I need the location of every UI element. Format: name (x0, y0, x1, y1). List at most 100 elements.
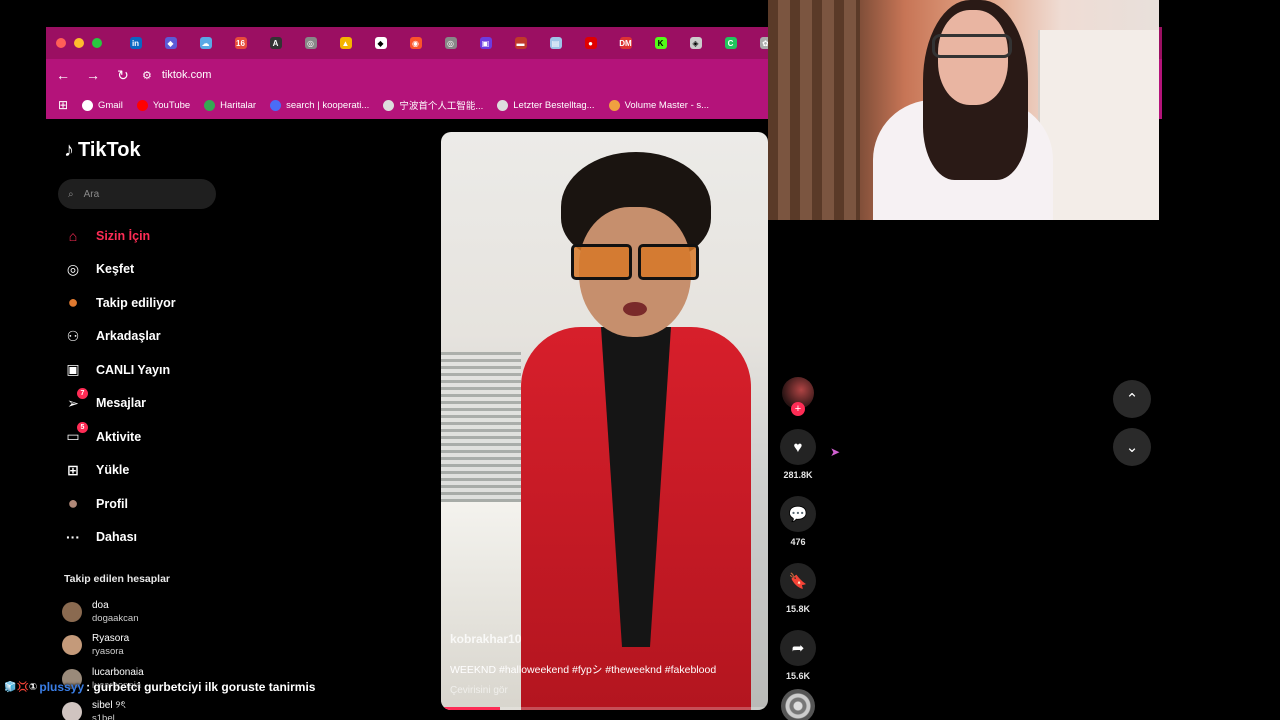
next-video-button[interactable]: ⌄ (1113, 428, 1151, 466)
nav-glyph: ⌂ (68, 227, 78, 244)
reload-icon[interactable]: ↻ (110, 62, 136, 88)
site-settings-icon[interactable]: ⚙ (142, 69, 152, 82)
sidebar-item[interactable]: ● Profil (62, 487, 242, 521)
browser-tab[interactable]: ◆ (363, 27, 398, 59)
video-player[interactable]: kobrakhar10 WEEKND #halloweekend #fypシ #… (441, 132, 768, 710)
nav-glyph: ⚇ (66, 327, 80, 344)
google-icon (82, 99, 93, 111)
follow-plus-icon[interactable]: + (791, 402, 805, 416)
chat-username: plussyy (39, 680, 85, 694)
maximize-window-button[interactable] (92, 38, 102, 48)
sidebar-item[interactable]: ⊞ Yükle (62, 454, 242, 488)
nav-glyph: ▣ (66, 361, 80, 378)
browser-tab[interactable]: C (713, 27, 748, 59)
browser-tab[interactable]: DM (608, 27, 643, 59)
sidebar-item-label: Takip ediliyor (96, 295, 176, 310)
video-progress-bar[interactable] (441, 707, 768, 710)
sidebar-item[interactable]: ▭ 5 Aktivite (62, 420, 242, 454)
browser-tab[interactable]: ◎ (293, 27, 328, 59)
browser-tab[interactable]: ▲ (328, 27, 363, 59)
following-account[interactable]: doa dogaakcan (62, 595, 232, 629)
search-input[interactable]: ⌕ Ara (58, 179, 216, 209)
nav-glyph: ··· (66, 529, 80, 546)
drive-tab-icon: ▲ (339, 37, 352, 49)
heart-icon[interactable]: ♥ (780, 429, 816, 465)
sidebar-item[interactable]: ⌂ Sizin İçin (62, 219, 242, 253)
bookmark-icon[interactable]: 🔖 (780, 563, 816, 599)
sidebar-item[interactable]: ➢ 7 Mesajlar (62, 387, 242, 421)
bookmark-item[interactable]: Letzter Bestelltag... (497, 99, 595, 111)
minimize-window-button[interactable] (74, 38, 84, 48)
browser-tab[interactable]: K (643, 27, 678, 59)
sidebar-item[interactable]: ··· Dahası (62, 521, 242, 555)
app-tab-icon: C (724, 37, 737, 49)
save-action[interactable]: 🔖 15.8K (780, 563, 816, 614)
close-window-button[interactable] (56, 38, 66, 48)
bookmark-item[interactable]: search | kooperati... (270, 99, 369, 111)
mouth (623, 302, 647, 316)
account-names: doa dogaakcan (92, 599, 138, 625)
streamer-glasses (932, 34, 1012, 58)
bookmark-item[interactable]: Gmail (82, 99, 123, 111)
nav-glyph: ➢ (67, 394, 79, 411)
avatar (62, 635, 82, 656)
browser-tab[interactable]: ▣ (468, 27, 503, 59)
url-text[interactable]: tiktok.com (162, 69, 212, 81)
globe-icon (497, 99, 509, 111)
chevron-up-icon: ⌃ (1125, 391, 1139, 408)
browser-tab[interactable]: ◎ (433, 27, 468, 59)
browser-tab[interactable]: in (118, 27, 153, 59)
account-name: Ryasora (92, 633, 130, 645)
bookmark-label: Haritalar (220, 99, 257, 111)
share-action[interactable]: ➦ 15.6K (780, 630, 816, 681)
sidebar-item[interactable]: ▣ CANLI Yayın (62, 353, 242, 387)
tiktok-logo[interactable]: ♪ TikTok (64, 139, 141, 162)
creator-avatar[interactable]: + (782, 377, 814, 416)
app-tab-icon: ◈ (689, 37, 702, 49)
following-title: Takip edilen hesaplar (64, 573, 171, 585)
browser-tab[interactable]: ◆ (153, 27, 188, 59)
cloud-tab-icon: ☁ (199, 37, 212, 49)
share-arrow-icon[interactable]: ➦ (780, 630, 816, 666)
browser-tab[interactable]: ◈ (678, 27, 713, 59)
search-placeholder: Ara (83, 188, 100, 200)
compass-icon: ◎ (62, 258, 84, 280)
action-column: + ♥ 281.8K 💬 476 🔖 15.8K ➦ 15.6K (780, 377, 816, 720)
sidebar-item[interactable]: ● Takip ediliyor (62, 286, 242, 320)
browser-tab[interactable]: ● (573, 27, 608, 59)
flag-tab-icon: ▬ (514, 37, 527, 49)
sidebar-item[interactable]: ◎ Keşfet (62, 253, 242, 287)
upload-plus-icon: ⊞ (62, 459, 84, 481)
bookmark-label: Letzter Bestelltag... (513, 99, 595, 111)
sidebar-item-label: Sizin İçin (96, 228, 151, 243)
apps-grid-icon[interactable]: ⊞ (50, 92, 76, 118)
bookmark-item[interactable]: Haritalar (204, 99, 257, 111)
browser-tab[interactable]: ☁ (188, 27, 223, 59)
back-arrow-icon[interactable]: ← (50, 62, 76, 88)
following-account[interactable]: sibel ୨ৎ s1bel (62, 696, 232, 720)
bookmark-item[interactable]: YouTube (136, 99, 190, 111)
see-translation-link[interactable]: Çevirisini gör (450, 685, 760, 696)
comment-action[interactable]: 💬 476 (780, 496, 816, 547)
browser-tab[interactable]: ▬ (503, 27, 538, 59)
browser-tab[interactable]: 16 (223, 27, 258, 59)
following-account[interactable]: Ryasora ryasora (62, 629, 232, 663)
browser-tab[interactable]: ▤ (538, 27, 573, 59)
video-username[interactable]: kobrakhar10 (450, 632, 760, 646)
bookmark-item[interactable]: 宁波首个人工智能... (383, 98, 483, 112)
sidebar-item[interactable]: ⚇ Arkadaşlar (62, 320, 242, 354)
bookmark-item[interactable]: Volume Master - s... (608, 99, 710, 111)
like-action[interactable]: ♥ 281.8K (780, 429, 816, 480)
comment-icon[interactable]: 💬 (780, 496, 816, 532)
forward-arrow-icon[interactable]: → (80, 62, 106, 88)
bookmark-label: Volume Master - s... (624, 99, 710, 111)
browser-tab[interactable]: ◉ (398, 27, 433, 59)
video-caption[interactable]: WEEKND #halloweekend #fypシ #theweeknd #f… (450, 662, 760, 677)
address-bar[interactable]: ⚙ tiktok.com (142, 69, 211, 82)
video-background-blinds (441, 352, 521, 502)
music-disc-icon[interactable] (781, 689, 815, 720)
previous-video-button[interactable]: ⌃ (1113, 380, 1151, 418)
browser-tab[interactable]: A (258, 27, 293, 59)
account-name: sibel ୨ৎ (92, 700, 126, 712)
app-tab-icon: ◆ (164, 37, 177, 49)
